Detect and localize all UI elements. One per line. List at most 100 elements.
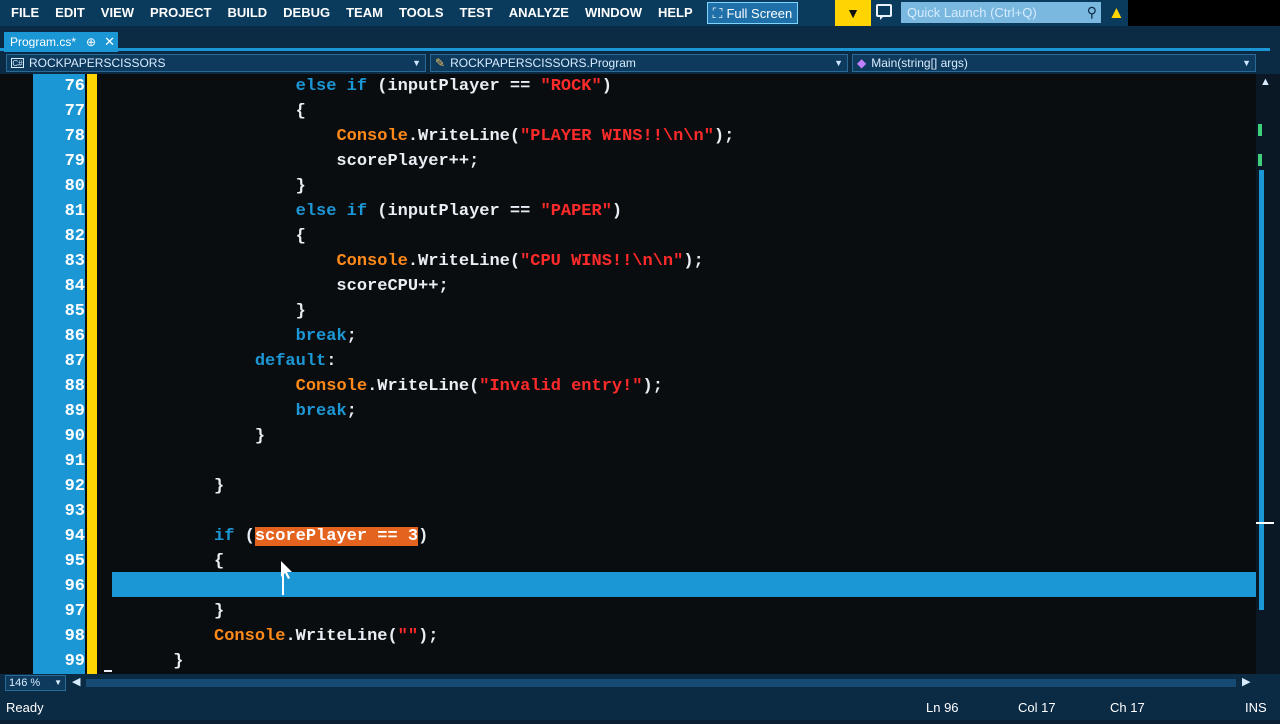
code-line[interactable]: 85 }: [0, 299, 1256, 324]
full-screen-icon: ⛶: [712, 4, 723, 21]
code-line[interactable]: 92 }: [0, 474, 1256, 499]
quick-launch-input[interactable]: Quick Launch (Ctrl+Q) ⚲: [901, 2, 1101, 23]
code-line[interactable]: 94 if (scorePlayer == 3): [0, 524, 1256, 549]
scroll-left-icon[interactable]: ◀: [72, 675, 80, 688]
menu-analyze[interactable]: ANALYZE: [501, 0, 577, 26]
code-token: (inputPlayer ==: [367, 202, 541, 221]
code-token: "Invalid entry!": [479, 377, 643, 396]
menu-team[interactable]: TEAM: [338, 0, 391, 26]
code-line[interactable]: 76 else if (inputPlayer == "ROCK"): [0, 74, 1256, 99]
code-editor[interactable]: 76 else if (inputPlayer == "ROCK") 77 {78…: [0, 74, 1256, 674]
menu-tools[interactable]: TOOLS: [391, 0, 452, 26]
line-number: 83: [64, 252, 85, 271]
menu-project[interactable]: PROJECT: [142, 0, 219, 26]
menu-edit[interactable]: EDIT: [47, 0, 93, 26]
menu-build[interactable]: BUILD: [219, 0, 275, 26]
status-text: Ready: [6, 700, 44, 715]
class-icon: ✎: [435, 56, 446, 70]
code-line[interactable]: 91: [0, 449, 1256, 474]
code-line[interactable]: 97 }: [0, 599, 1256, 624]
member-label: Main(string[] args): [871, 56, 968, 70]
code-token: Console: [336, 252, 408, 271]
scroll-change-marker: [1258, 154, 1262, 166]
status-bar: Ready Ln 96 Col 17 Ch 17 INS: [0, 692, 1280, 720]
code-token: "ROCK": [540, 77, 602, 96]
menu-view[interactable]: VIEW: [93, 0, 142, 26]
code-text: }: [112, 299, 306, 324]
code-line[interactable]: 86 break;: [0, 324, 1256, 349]
search-icon[interactable]: ⚲: [1087, 2, 1097, 23]
code-line[interactable]: 84 scoreCPU++;: [0, 274, 1256, 299]
member-dropdown[interactable]: ◆ Main(string[] args) ▼: [852, 54, 1256, 72]
code-text: }: [112, 174, 306, 199]
zoom-level: 146 %: [9, 677, 41, 689]
code-token: }: [112, 602, 225, 621]
line-number: 80: [64, 177, 85, 196]
line-number: 79: [64, 152, 85, 171]
full-screen-button[interactable]: ⛶ Full Screen: [706, 2, 799, 24]
code-token: .WriteLine(: [407, 252, 521, 271]
code-line[interactable]: 80 }: [0, 174, 1256, 199]
code-token: Console: [214, 627, 286, 646]
code-line[interactable]: 90 }: [0, 424, 1256, 449]
code-text: else if (inputPlayer == "ROCK"): [112, 74, 612, 99]
code-line[interactable]: 81 else if (inputPlayer == "PAPER"): [0, 199, 1256, 224]
zoom-dropdown[interactable]: 146 % ▼: [5, 675, 66, 691]
menu-file[interactable]: FILE: [3, 0, 47, 26]
code-token: ): [418, 527, 429, 546]
scroll-up-icon[interactable]: ▲: [1260, 76, 1271, 88]
chevron-down-icon: ▼: [1242, 58, 1251, 68]
menu-debug[interactable]: DEBUG: [275, 0, 338, 26]
code-token: if: [214, 527, 235, 546]
line-number: 87: [64, 352, 85, 371]
code-line[interactable]: 96: [0, 574, 1256, 599]
code-token: :: [326, 352, 337, 371]
full-screen-label: Full Screen: [726, 5, 793, 21]
notifications-button[interactable]: ▼: [835, 0, 871, 26]
code-line[interactable]: 95 {: [0, 549, 1256, 574]
code-token: }: [112, 652, 184, 671]
csharp-project-icon: C#: [11, 58, 24, 68]
menu-help[interactable]: HELP: [650, 0, 701, 26]
column-status: Col 17: [1018, 700, 1056, 715]
code-line[interactable]: 87 default:: [0, 349, 1256, 374]
code-token: .WriteLine(: [285, 627, 398, 646]
line-number: 77: [64, 102, 85, 121]
code-line[interactable]: 82 {: [0, 224, 1256, 249]
feedback-icon[interactable]: [876, 4, 892, 20]
warning-icon[interactable]: ▲: [1108, 3, 1125, 23]
scroll-thumb[interactable]: [1259, 170, 1264, 610]
code-line[interactable]: 88 Console.WriteLine("Invalid entry!");: [0, 374, 1256, 399]
code-line[interactable]: 83 Console.WriteLine("CPU WINS!!\n\n");: [0, 249, 1256, 274]
code-line[interactable]: 79 scorePlayer++;: [0, 149, 1256, 174]
code-line[interactable]: 98 Console.WriteLine("");: [0, 624, 1256, 649]
code-text: Console.WriteLine("CPU WINS!!\n\n");: [112, 249, 703, 274]
method-icon: ◆: [857, 56, 867, 70]
horizontal-scroll-thumb[interactable]: [86, 679, 1236, 687]
pin-icon[interactable]: ⊕: [86, 35, 96, 49]
menu-test[interactable]: TEST: [452, 0, 501, 26]
code-token: }: [112, 477, 225, 496]
horizontal-scrollbar[interactable]: 146 % ▼ ◀ ▶: [0, 674, 1280, 692]
code-line[interactable]: 78 Console.WriteLine("PLAYER WINS!!\n\n"…: [0, 124, 1256, 149]
type-dropdown[interactable]: ✎ ROCKPAPERSCISSORS.Program ▼: [430, 54, 848, 72]
scroll-right-icon[interactable]: ▶: [1242, 675, 1250, 688]
code-line[interactable]: 89 break;: [0, 399, 1256, 424]
line-number: 98: [64, 627, 85, 646]
vertical-scrollbar[interactable]: ▲: [1256, 74, 1280, 674]
menu-window[interactable]: WINDOW: [577, 0, 650, 26]
code-token: ;: [346, 327, 357, 346]
code-text: }: [112, 424, 265, 449]
code-line[interactable]: 93: [0, 499, 1256, 524]
code-token: default: [254, 352, 327, 371]
code-line[interactable]: 99 }: [0, 649, 1256, 674]
code-token: }: [112, 427, 266, 446]
code-line[interactable]: 77 {: [0, 99, 1256, 124]
project-dropdown[interactable]: C# ROCKPAPERSCISSORS ▼: [6, 54, 426, 72]
line-number: 95: [64, 552, 85, 571]
